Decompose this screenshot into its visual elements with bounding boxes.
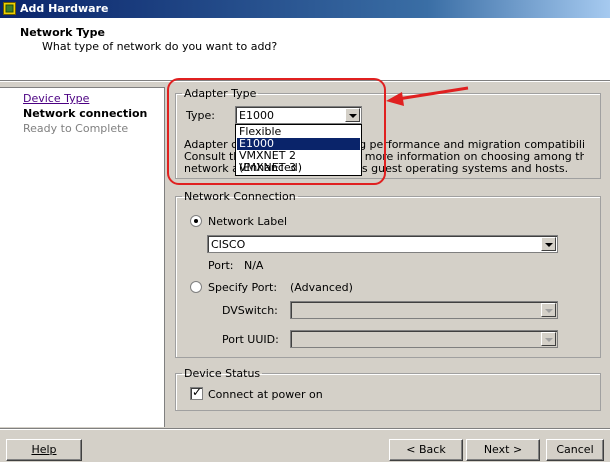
specify-port-radio[interactable] [190,281,202,293]
help-button[interactable]: Help [6,439,82,461]
wizard-steps-pane: Device Type Network connection Ready to … [0,87,165,427]
connect-at-power-on-label[interactable]: Connect at power on [208,388,323,401]
network-label-radio[interactable] [190,215,202,227]
next-button[interactable]: Next > [466,439,540,461]
annotation-highlight-box [167,78,386,185]
device-status-legend: Device Status [184,367,261,380]
page-title: Network Type [20,26,105,39]
connect-at-power-on-checkbox[interactable]: ✓ [190,385,203,400]
chevron-down-icon[interactable] [541,303,556,317]
window-title: Add Hardware [20,2,109,15]
network-connection-legend: Network Connection [184,190,296,203]
annotation-arrow-icon [386,86,469,106]
port-uuid-select[interactable] [290,330,558,348]
dvswitch-select[interactable] [290,301,558,319]
wizard-header: Network Type What type of network do you… [0,18,610,80]
chevron-down-icon[interactable] [541,237,556,251]
dvswitch-label: DVSwitch: [222,304,278,317]
network-label-select[interactable]: CISCO [207,235,558,253]
step-device-type[interactable]: Device Type [23,92,89,105]
port-uuid-label: Port UUID: [222,333,279,346]
cancel-button[interactable]: Cancel [546,439,604,461]
checkmark-icon: ✓ [192,385,203,399]
advanced-note: (Advanced) [290,281,353,294]
port-value: N/A [244,259,264,272]
port-label: Port: [208,259,234,272]
page-subtitle: What type of network do you want to add? [42,40,278,53]
back-button[interactable]: < Back [389,439,463,461]
step-network-connection: Network connection [23,107,148,120]
vsphere-app-icon [3,2,16,15]
specify-port-option[interactable]: Specify Port: [208,281,277,294]
network-label-value: CISCO [211,238,246,251]
chevron-down-icon[interactable] [541,332,556,346]
footer-divider-highlight [0,429,610,430]
window-titlebar[interactable]: Add Hardware [0,0,610,18]
step-ready-to-complete: Ready to Complete [23,122,129,135]
network-label-option[interactable]: Network Label [208,215,287,228]
